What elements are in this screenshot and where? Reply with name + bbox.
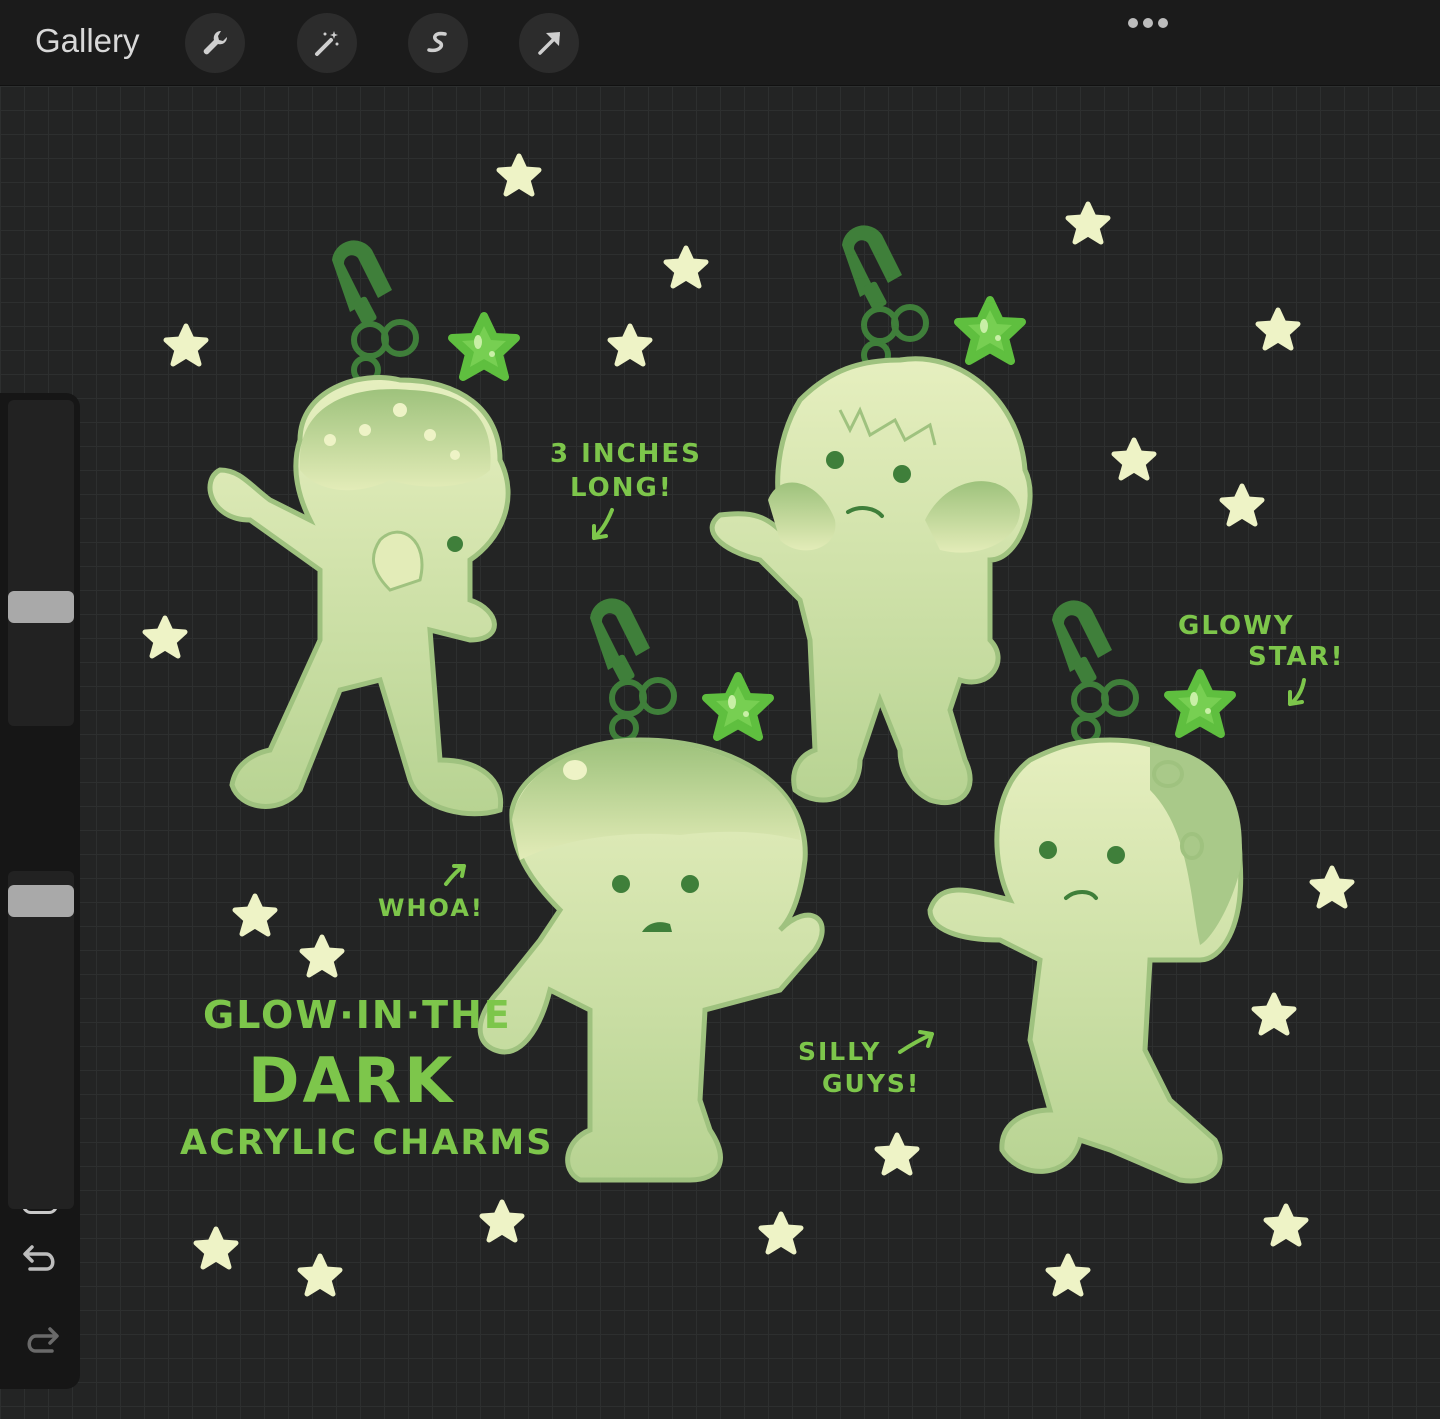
adjustments-button[interactable] [297,13,357,73]
brush-size-thumb[interactable] [8,591,74,623]
gallery-button[interactable]: Gallery [35,22,140,60]
artwork: 3 INCHES LONG! GLOWY STAR! WHOA! SILLY G… [0,86,1440,1419]
charm-mushroom [477,598,825,1183]
transform-button[interactable] [519,13,579,73]
title-line1: GLOW·IN·THE [203,993,512,1037]
magic-wand-icon [315,31,339,56]
title-line3: ACRYLIC CHARMS [180,1123,553,1163]
charm-dab [207,240,516,817]
title-line2: DARK [248,1044,455,1117]
wrench-icon [203,30,228,55]
undo-icon[interactable] [22,1241,60,1275]
charm-bangs [709,225,1033,806]
glowy-note-line2: STAR! [1248,642,1344,672]
opacity-thumb[interactable] [8,885,74,917]
top-toolbar: Gallery [0,0,1440,86]
glowy-note-line1: GLOWY [1178,611,1295,641]
silly-note-line2: GUYS! [822,1069,920,1098]
drawing-canvas[interactable]: 3 INCHES LONG! GLOWY STAR! WHOA! SILLY G… [0,86,1440,1419]
selection-icon [427,31,447,53]
size-note-line2: LONG! [570,473,673,503]
actions-button[interactable] [185,13,245,73]
charm-octo [927,600,1244,1184]
redo-icon[interactable] [22,1323,60,1357]
whoa-note: WHOA! [378,894,484,922]
sidebar [0,393,80,1389]
silly-note-line1: SILLY [798,1037,881,1066]
arrow-icon [538,32,560,55]
brush-size-slider[interactable] [8,400,74,726]
selection-button[interactable] [408,13,468,73]
opacity-slider[interactable] [8,871,74,1209]
ellipsis-icon[interactable] [1126,16,1170,30]
size-note-line1: 3 INCHES [550,439,702,469]
